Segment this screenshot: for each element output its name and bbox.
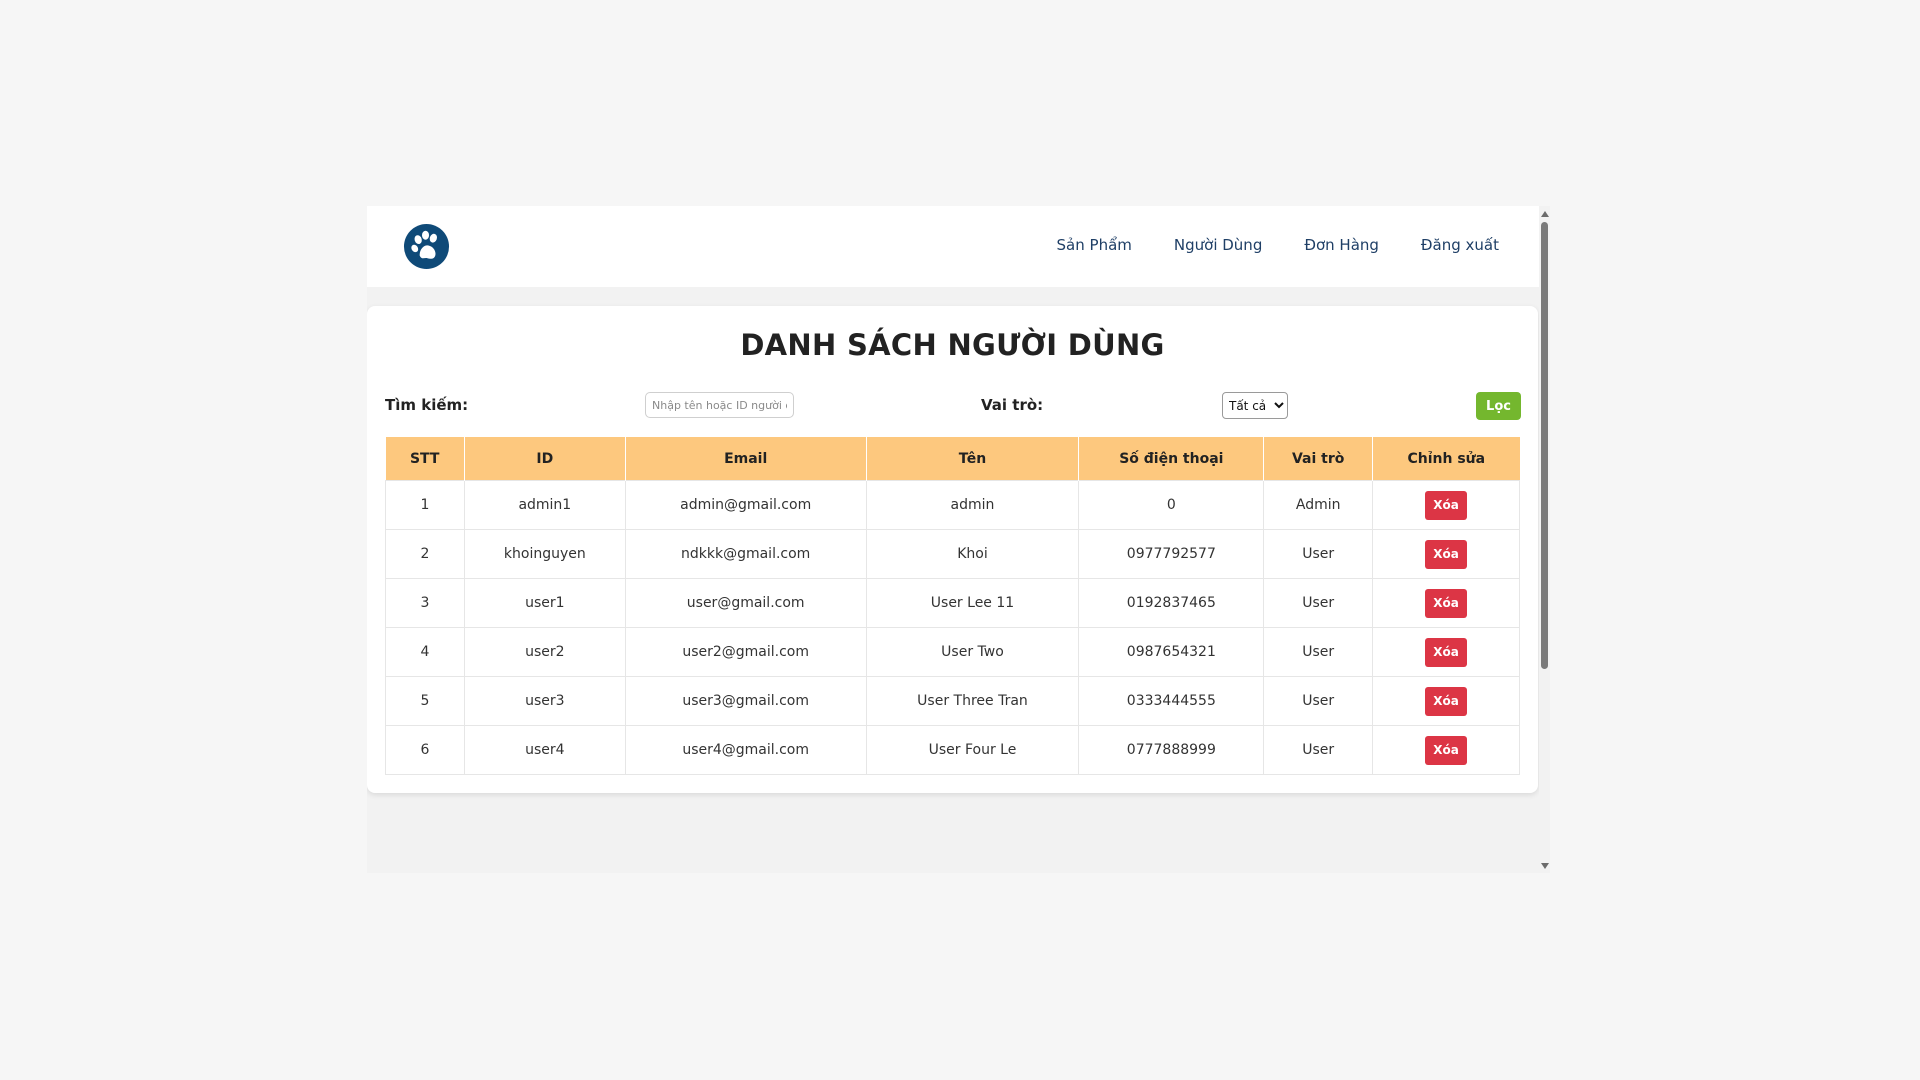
cell-name: admin xyxy=(865,480,1080,530)
cell-email: user2@gmail.com xyxy=(624,627,867,677)
cell-id: user3 xyxy=(463,676,626,726)
table-row: 4 user2 user2@gmail.com User Two 0987654… xyxy=(385,627,1520,677)
column-header-stt: STT xyxy=(385,437,465,481)
cell-stt: 6 xyxy=(385,725,465,775)
cell-phone: 0977792577 xyxy=(1078,529,1265,579)
user-list-panel: DANH SÁCH NGƯỜI DÙNG Tìm kiếm: Vai trò: … xyxy=(367,306,1538,793)
delete-button[interactable]: Xóa xyxy=(1425,637,1468,667)
column-header-phone: Số điện thoại xyxy=(1078,437,1265,481)
table-row: 5 user3 user3@gmail.com User Three Tran … xyxy=(385,676,1520,726)
cell-email: user@gmail.com xyxy=(624,578,867,628)
cell-actions: Xóa xyxy=(1372,529,1520,579)
cell-email: user3@gmail.com xyxy=(624,676,867,726)
delete-button[interactable]: Xóa xyxy=(1425,588,1468,618)
cell-phone: 0987654321 xyxy=(1078,627,1265,677)
cell-phone: 0777888999 xyxy=(1078,725,1265,775)
delete-button[interactable]: Xóa xyxy=(1425,490,1468,520)
cell-id: user2 xyxy=(463,627,626,677)
table-row: 2 khoinguyen ndkkk@gmail.com Khoi 097779… xyxy=(385,529,1520,579)
nav-link-orders[interactable]: Đơn Hàng xyxy=(1304,236,1379,254)
table-body: 1 admin1 admin@gmail.com admin 0 Admin X… xyxy=(385,480,1520,775)
scroll-down-arrow-icon[interactable] xyxy=(1541,863,1549,869)
delete-button[interactable]: Xóa xyxy=(1425,735,1468,765)
delete-button[interactable]: Xóa xyxy=(1425,686,1468,716)
app-frame: Sản Phẩm Người Dùng Đơn Hàng Đăng xuất D… xyxy=(367,206,1550,873)
search-label: Tìm kiếm: xyxy=(385,396,469,414)
cell-id: user4 xyxy=(463,725,626,775)
filter-button[interactable]: Lọc xyxy=(1476,392,1521,420)
column-header-email: Email xyxy=(625,437,867,481)
table-header-row: STT ID Email Tên Số điện thoại Vai trò C… xyxy=(385,437,1520,481)
cell-role: User xyxy=(1263,529,1374,579)
page-title: DANH SÁCH NGƯỜI DÙNG xyxy=(740,328,1165,362)
cell-id: khoinguyen xyxy=(463,529,626,579)
nav-link-logout[interactable]: Đăng xuất xyxy=(1421,236,1499,254)
search-input[interactable] xyxy=(645,392,794,418)
cell-phone: 0 xyxy=(1078,480,1265,530)
users-table: STT ID Email Tên Số điện thoại Vai trò C… xyxy=(385,437,1520,775)
role-label: Vai trò: xyxy=(981,396,1044,414)
column-header-name: Tên xyxy=(866,437,1080,481)
cell-role: User xyxy=(1263,578,1374,628)
column-header-role: Vai trò xyxy=(1263,437,1374,481)
delete-button[interactable]: Xóa xyxy=(1425,539,1468,569)
table-header: STT ID Email Tên Số điện thoại Vai trò C… xyxy=(385,437,1520,481)
top-navbar: Sản Phẩm Người Dùng Đơn Hàng Đăng xuất xyxy=(367,206,1539,287)
cell-id: admin1 xyxy=(463,480,626,530)
cell-email: ndkkk@gmail.com xyxy=(624,529,867,579)
main-nav: Sản Phẩm Người Dùng Đơn Hàng Đăng xuất xyxy=(1057,236,1499,254)
cell-actions: Xóa xyxy=(1372,676,1520,726)
cell-role: User xyxy=(1263,627,1374,677)
cell-name: User Three Tran xyxy=(865,676,1080,726)
nav-link-users[interactable]: Người Dùng xyxy=(1174,236,1262,254)
cell-name: User Lee 11 xyxy=(865,578,1080,628)
cell-phone: 0333444555 xyxy=(1078,676,1265,726)
cell-actions: Xóa xyxy=(1372,578,1520,628)
cell-role: User xyxy=(1263,676,1374,726)
cell-email: user4@gmail.com xyxy=(624,725,867,775)
table-row: 6 user4 user4@gmail.com User Four Le 077… xyxy=(385,725,1520,775)
cell-id: user1 xyxy=(463,578,626,628)
cell-stt: 1 xyxy=(385,480,465,530)
column-header-edit: Chỉnh sửa xyxy=(1372,437,1520,481)
cell-name: Khoi xyxy=(865,529,1080,579)
table-row: 3 user1 user@gmail.com User Lee 11 01928… xyxy=(385,578,1520,628)
nav-link-products[interactable]: Sản Phẩm xyxy=(1057,236,1132,254)
cell-name: User Four Le xyxy=(865,725,1080,775)
cell-stt: 4 xyxy=(385,627,465,677)
scroll-up-arrow-icon[interactable] xyxy=(1541,211,1549,217)
cell-email: admin@gmail.com xyxy=(624,480,867,530)
cell-phone: 0192837465 xyxy=(1078,578,1265,628)
role-select[interactable]: Tất cả xyxy=(1222,392,1288,419)
cell-name: User Two xyxy=(865,627,1080,677)
cell-actions: Xóa xyxy=(1372,627,1520,677)
vertical-scrollbar[interactable] xyxy=(1539,206,1550,873)
table-row: 1 admin1 admin@gmail.com admin 0 Admin X… xyxy=(385,480,1520,530)
cell-stt: 5 xyxy=(385,676,465,726)
paw-icon[interactable] xyxy=(403,223,450,270)
cell-actions: Xóa xyxy=(1372,725,1520,775)
cell-actions: Xóa xyxy=(1372,480,1520,530)
column-header-id: ID xyxy=(464,437,626,481)
scrollbar-thumb[interactable] xyxy=(1541,222,1548,669)
cell-stt: 2 xyxy=(385,529,465,579)
cell-stt: 3 xyxy=(385,578,465,628)
cell-role: Admin xyxy=(1263,480,1374,530)
cell-role: User xyxy=(1263,725,1374,775)
